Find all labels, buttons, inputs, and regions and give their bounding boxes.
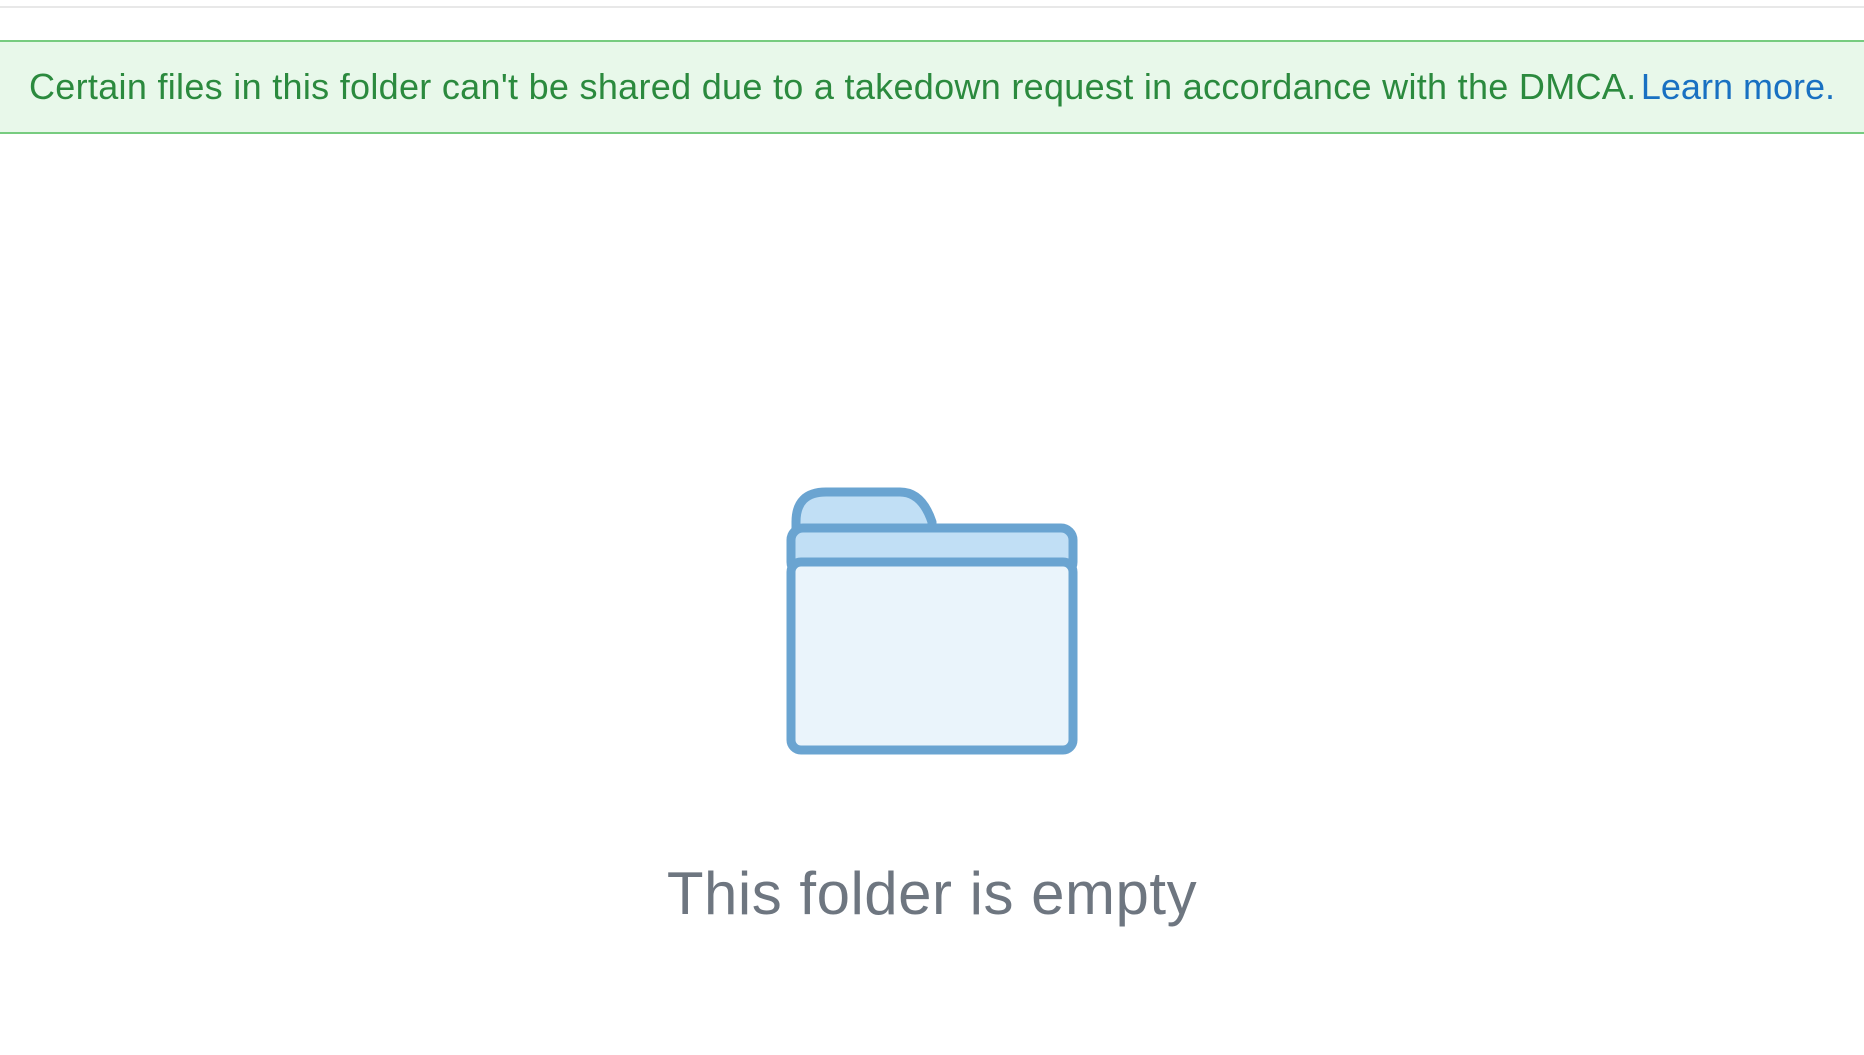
learn-more-link[interactable]: Learn more. <box>1641 66 1835 107</box>
empty-folder-heading: This folder is empty <box>667 859 1197 928</box>
empty-folder-state: This folder is empty <box>0 484 1864 928</box>
dmca-notice-text: Certain files in this folder can't be sh… <box>29 66 1636 107</box>
dmca-notice-banner: Certain files in this folder can't be sh… <box>0 40 1864 134</box>
top-divider <box>0 6 1864 8</box>
folder-icon <box>782 484 1082 759</box>
